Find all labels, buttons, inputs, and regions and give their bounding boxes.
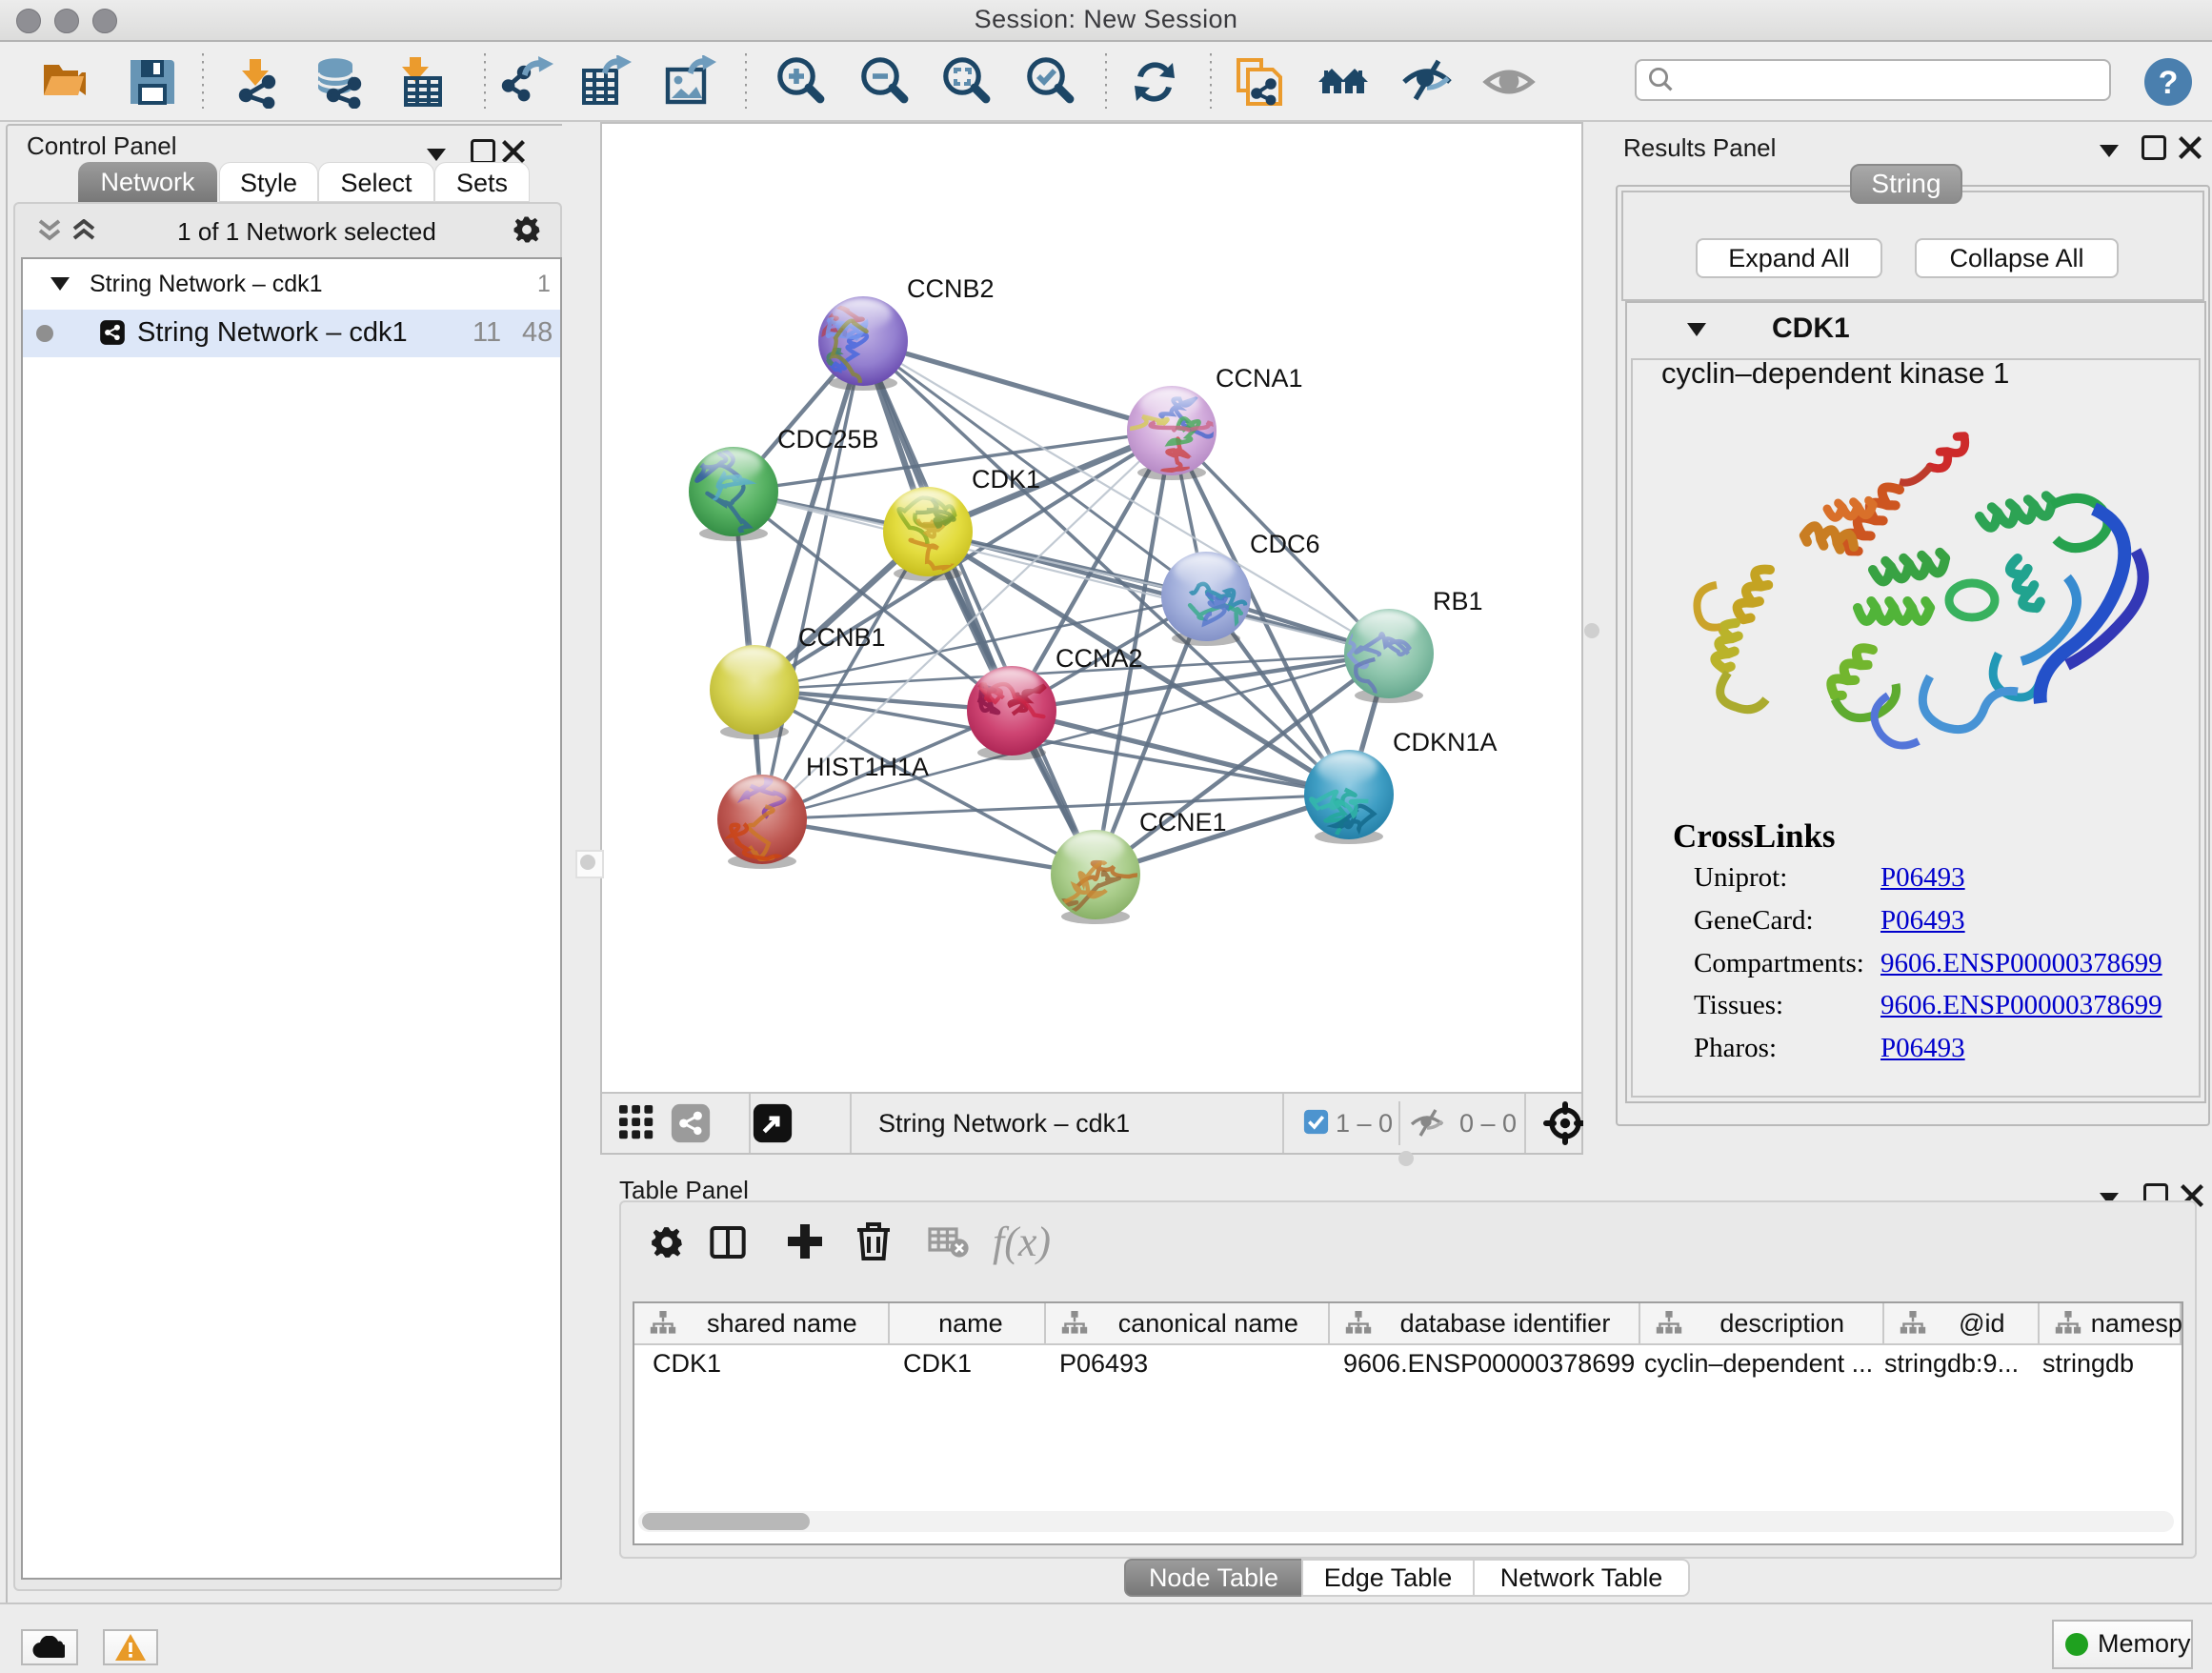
svg-text:CCNA2: CCNA2 bbox=[1056, 644, 1143, 673]
svg-text:?: ? bbox=[2159, 65, 2179, 101]
svg-text:CDC6: CDC6 bbox=[1250, 530, 1320, 558]
svg-text:f(x): f(x) bbox=[993, 1219, 1051, 1265]
svg-text:CCNB1: CCNB1 bbox=[798, 623, 886, 652]
svg-text:CDKN1A: CDKN1A bbox=[1393, 728, 1498, 756]
svg-text:CCNA1: CCNA1 bbox=[1216, 364, 1303, 393]
svg-text:CCNE1: CCNE1 bbox=[1139, 808, 1227, 836]
svg-text:RB1: RB1 bbox=[1433, 587, 1483, 615]
svg-text:CDC25B: CDC25B bbox=[777, 425, 879, 454]
svg-text:CDK1: CDK1 bbox=[972, 465, 1040, 494]
svg-text:CCNB2: CCNB2 bbox=[907, 274, 995, 303]
svg-text:HIST1H1A: HIST1H1A bbox=[806, 753, 929, 781]
